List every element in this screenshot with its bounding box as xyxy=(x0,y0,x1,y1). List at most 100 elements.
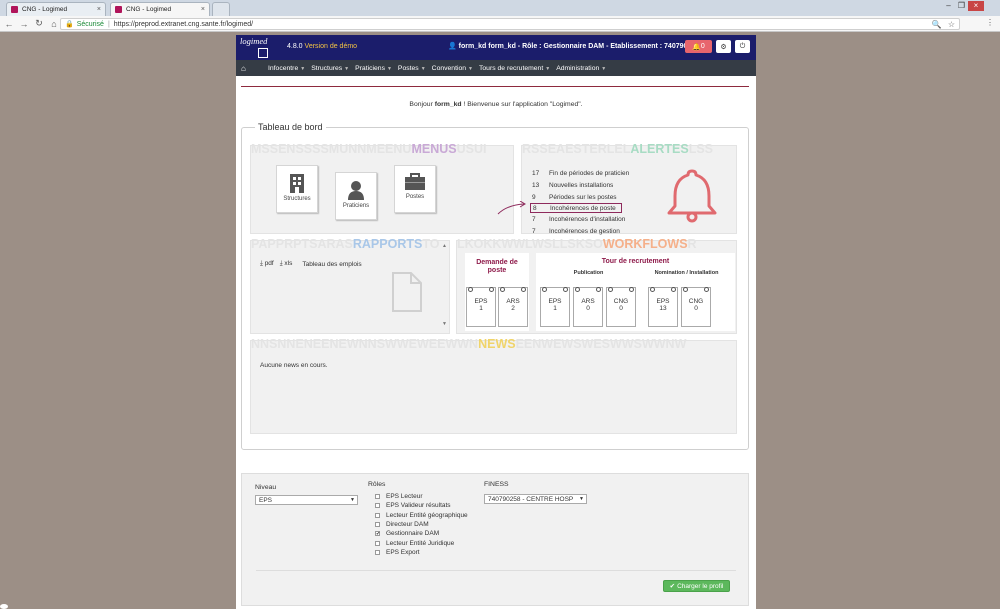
rapports-panel: PAPPRPTSARASRAPPORTSTO ⤓ pdf ⤓ xls Table… xyxy=(250,238,450,334)
finess-select[interactable]: 740790258 - CENTRE HOSP ▼ xyxy=(484,494,587,504)
bookmark-star-icon[interactable]: ☆ xyxy=(948,20,955,29)
close-window-icon[interactable]: × xyxy=(968,1,984,11)
tile-label: Structures xyxy=(283,196,311,202)
news-header: NNSNNENEENEWNNSWWEWEEWWNNEWSEENWEWSWESWW… xyxy=(251,338,687,351)
workflow-step[interactable]: EPS 1 xyxy=(466,287,496,327)
workflow-step[interactable]: ARS 0 xyxy=(573,287,603,327)
menu-item-tours-de-recrutement[interactable]: Tours de recrutement ▼ xyxy=(479,65,550,72)
tile-label: Postes xyxy=(405,194,425,200)
logo-box-icon xyxy=(258,48,268,58)
role-checkbox[interactable]: EPS Lecteur xyxy=(375,493,423,500)
alertes-title: ALERTES xyxy=(630,143,689,156)
niveau-select[interactable]: EPS ▼ xyxy=(255,495,358,505)
maximize-icon[interactable]: ❐ xyxy=(955,1,968,11)
close-tab-icon[interactable]: × xyxy=(201,6,205,13)
logimed-logo[interactable]: logimed xyxy=(240,36,280,58)
download-pdf-link[interactable]: ⤓ pdf xyxy=(260,260,274,268)
menu-item-postes[interactable]: Postes ▼ xyxy=(398,65,426,72)
role-checkbox[interactable]: Directeur DAM xyxy=(375,521,429,528)
alerts-list: 17 Fin de périodes de praticien 13 Nouvell… xyxy=(530,168,629,237)
alert-item[interactable]: 7 Incohérences d'installation xyxy=(530,213,629,225)
alert-item[interactable]: 17 Fin de périodes de praticien xyxy=(530,168,629,180)
checkbox[interactable] xyxy=(375,503,380,509)
checkbox[interactable] xyxy=(375,494,380,499)
home-icon[interactable]: ⌂ xyxy=(241,64,259,73)
home-icon[interactable]: ⌂ xyxy=(48,19,60,29)
menu-item-structures[interactable]: Structures ▼ xyxy=(311,65,349,72)
alertes-header: RSSEAESTERLELALERTESLSS xyxy=(522,143,714,156)
load-profile-button[interactable]: ✔ Charger le profil xyxy=(663,580,730,592)
app-header: logimed 4.8.0 Version de démo 👤 form_kd … xyxy=(236,35,756,60)
reports-scrollbar[interactable]: ▲ ▼ xyxy=(442,243,447,327)
reload-icon[interactable]: ↻ xyxy=(33,18,45,29)
dashboard: Tableau de bord MSSENSSSSMUNNMEENUMENUSU… xyxy=(241,122,749,450)
checkbox[interactable] xyxy=(375,549,380,555)
gear-icon: ⚙ xyxy=(720,43,727,51)
alert-item[interactable]: 9 Périodes sur les postes xyxy=(530,192,629,204)
role-checkbox[interactable]: EPS Valideur résultats xyxy=(375,502,451,509)
role-checkbox[interactable]: EPS Export xyxy=(375,549,420,556)
address-bar: ← → ↻ ⌂ 🔒 Sécurisé | https://preprod.ext… xyxy=(0,16,1000,32)
menu-item-praticiens[interactable]: Praticiens ▼ xyxy=(355,65,392,72)
tile-structures[interactable]: Structures xyxy=(276,165,318,213)
close-tab-icon[interactable]: × xyxy=(97,6,101,13)
role-label: EPS Export xyxy=(386,548,420,556)
workflow-step[interactable]: EPS 1 xyxy=(540,287,570,327)
workflows-panel: LKOKKWWLWSLLSKSOWORKFLOWSR Demande de pos… xyxy=(456,238,737,334)
url-field[interactable]: 🔒 Sécurisé | https://preprod.extranet.cn… xyxy=(60,18,960,30)
checkbox[interactable]: ✔ xyxy=(375,531,380,537)
workflow-step[interactable]: CNG 0 xyxy=(681,287,711,327)
filters-divider xyxy=(256,570,736,571)
user-info-text: form_kd form_kd - Rôle : Gestionnaire DA… xyxy=(458,43,700,50)
checkbox[interactable] xyxy=(375,521,380,527)
check-icon: ✔ xyxy=(669,583,676,590)
alert-item-selected[interactable]: 8 Incohérences de poste xyxy=(530,203,622,214)
user-icon: 👤 xyxy=(448,43,457,50)
role-label: Gestionnaire DAM xyxy=(386,530,440,538)
menus-title: MENUS xyxy=(411,143,457,156)
alerts-count: 0 xyxy=(700,43,705,50)
browser-tab-title: CNG - Logimed xyxy=(126,6,172,13)
new-tab-button[interactable] xyxy=(212,2,230,16)
alert-item[interactable]: 13 Nouvelles installations xyxy=(530,180,629,192)
tile-praticiens[interactable]: Praticiens xyxy=(335,172,377,220)
niveau-label: Niveau xyxy=(255,484,277,491)
workflows-header: LKOKKWWLWSLLSKSOWORKFLOWSR xyxy=(457,238,697,251)
workflow-step[interactable]: ARS 2 xyxy=(498,287,528,327)
alert-item[interactable]: 7 Incohérences de gestion xyxy=(530,225,629,237)
minimize-icon[interactable]: – xyxy=(942,1,955,11)
zoom-icon[interactable]: 🔍 xyxy=(932,20,942,29)
report-row: ⤓ pdf ⤓ xls Tableau des emplois xyxy=(260,260,362,268)
menu-item-administration[interactable]: Administration ▼ xyxy=(556,65,606,72)
pointer-arrow-icon xyxy=(497,201,526,215)
demande-title: Demande de poste xyxy=(476,259,518,274)
version-number: 4.8.0 xyxy=(287,43,303,50)
settings-button[interactable]: ⚙ xyxy=(716,40,731,53)
browser-tab-2[interactable]: CNG - Logimed × xyxy=(110,2,210,16)
tour-recrutement-card: Tour de recrutement Publication Nominati… xyxy=(536,253,735,331)
browser-menu-icon[interactable]: ⋮ xyxy=(986,18,994,27)
role-checkbox[interactable]: Lecteur Entité Juridique xyxy=(375,540,454,547)
back-icon[interactable]: ← xyxy=(3,19,15,29)
security-label: Sécurisé xyxy=(76,20,104,28)
checkbox[interactable] xyxy=(375,512,380,518)
news-empty-text: Aucune news en cours. xyxy=(260,362,328,369)
logout-button[interactable]: ⏻ xyxy=(735,40,750,53)
browser-tab-1[interactable]: CNG - Logimed × xyxy=(6,2,106,16)
alertes-panel: RSSEAESTERLELALERTESLSS 17 Fin de période… xyxy=(521,143,737,237)
checkbox[interactable] xyxy=(375,540,380,546)
role-checkbox[interactable]: ✔ Gestionnaire DAM xyxy=(375,530,439,537)
workflow-step[interactable]: EPS 13 xyxy=(648,287,678,327)
download-xls-link[interactable]: ⤓ xls xyxy=(280,260,293,268)
tile-postes[interactable]: Postes xyxy=(394,165,436,213)
alerts-button[interactable]: 🔔 0 xyxy=(685,40,712,53)
forward-icon[interactable]: → xyxy=(18,19,30,29)
workflow-step[interactable]: CNG 0 xyxy=(606,287,636,327)
mouse-cursor xyxy=(0,604,8,609)
separator: | xyxy=(107,20,110,28)
role-label: EPS Lecteur xyxy=(386,493,423,500)
menu-item-infocentre[interactable]: Infocentre ▼ xyxy=(268,65,305,72)
role-checkbox[interactable]: Lecteur Entité géographique xyxy=(375,512,468,519)
menu-item-convention[interactable]: Convention ▼ xyxy=(432,65,473,72)
news-panel: NNSNNENEENEWNNSWWEWEEWWNNEWSEENWEWSWESWW… xyxy=(250,338,737,434)
